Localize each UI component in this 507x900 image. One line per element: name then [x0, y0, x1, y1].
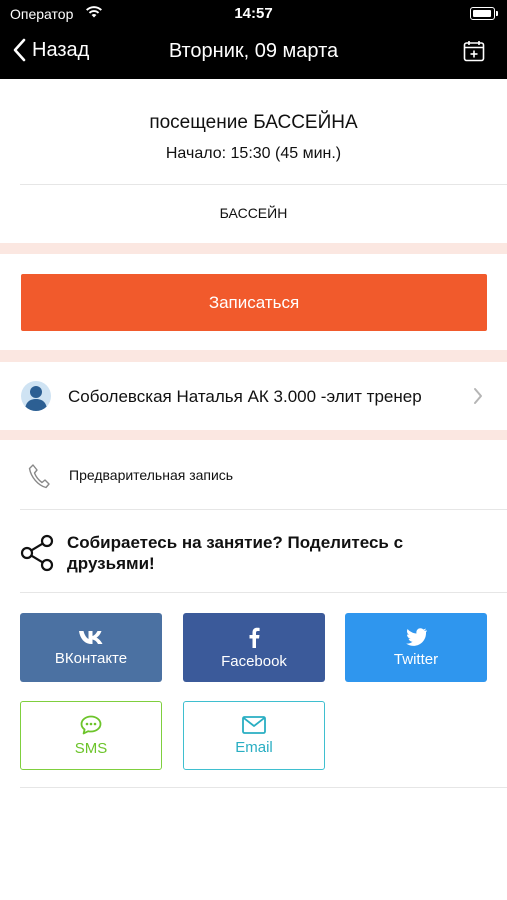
divider	[20, 509, 507, 510]
battery-icon	[470, 7, 498, 20]
share-vk-label: ВКонтакте	[54, 649, 128, 667]
pre-booking-label: Предварительная запись	[69, 467, 234, 483]
mail-icon	[242, 715, 266, 734]
top-bar: Оператор 14:57 Назад Вторник, 09 марта	[0, 0, 507, 79]
event-category: БАССЕЙН	[219, 205, 288, 221]
trainer-name: Соболевская Наталья АК 3.000 -элит трене…	[68, 387, 422, 406]
event-start-time: Начало: 15:30 (45 мин.)	[165, 145, 342, 162]
avatar-icon	[21, 381, 51, 411]
calendar-add-icon	[463, 41, 485, 62]
calendar-add-button[interactable]	[463, 40, 485, 67]
share-facebook-button[interactable]: Facebook	[183, 613, 325, 682]
divider	[20, 787, 507, 788]
share-facebook-label: Facebook	[221, 652, 287, 670]
section-separator	[0, 350, 507, 362]
share-sms-label: SMS	[74, 739, 108, 757]
share-sms-button[interactable]: SMS	[20, 701, 162, 770]
event-title: посещение БАССЕЙНА	[149, 112, 358, 133]
share-vk-button[interactable]: ВКонтакте	[20, 613, 162, 682]
share-twitter-label: Twitter	[393, 650, 439, 668]
chevron-right-icon	[474, 388, 482, 404]
share-email-label: Email	[235, 738, 273, 756]
navigation-bar: Назад Вторник, 09 марта	[0, 28, 507, 79]
status-bar: Оператор 14:57	[0, 0, 507, 28]
facebook-icon	[249, 627, 260, 648]
share-email-button[interactable]: Email	[183, 701, 325, 770]
share-icon	[20, 534, 54, 572]
divider	[20, 184, 507, 185]
status-time: 14:57	[234, 5, 273, 22]
sms-icon	[80, 715, 102, 734]
page-title: Вторник, 09 марта	[168, 40, 339, 62]
trainer-row[interactable]: Соболевская Наталья АК 3.000 -элит трене…	[0, 362, 507, 430]
share-twitter-button[interactable]: Twitter	[345, 613, 487, 682]
share-prompt: Собираетесь на занятие? Поделитесь с дру…	[67, 533, 404, 573]
phone-icon	[28, 464, 50, 489]
pre-booking-row[interactable]: Предварительная запись	[0, 448, 507, 504]
section-separator	[0, 430, 507, 440]
signup-button[interactable]: Записаться	[21, 274, 487, 331]
section-separator	[0, 243, 507, 254]
vk-icon	[79, 630, 103, 644]
divider	[20, 592, 507, 593]
twitter-icon	[406, 627, 427, 646]
